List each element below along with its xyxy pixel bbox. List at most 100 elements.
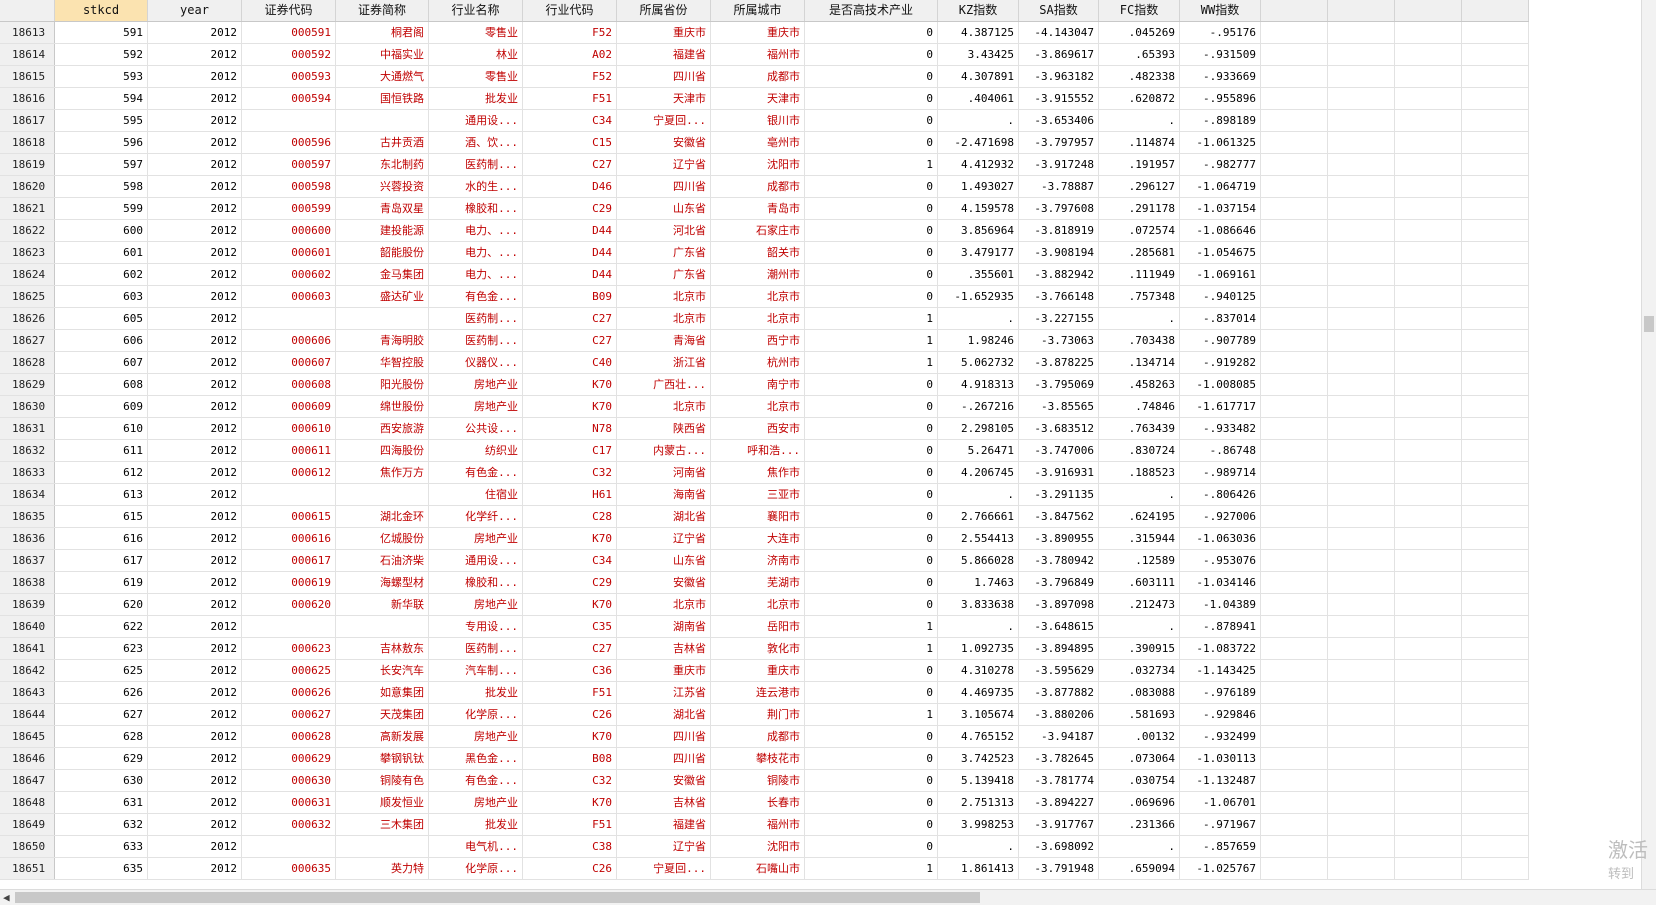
cell-province[interactable]: 宁夏回... (617, 858, 711, 879)
cell-sa-index[interactable]: -3.797957 (1019, 132, 1099, 153)
cell-industry-code[interactable]: A02 (523, 44, 617, 65)
cell-industry-name[interactable]: 纺织业 (429, 440, 523, 461)
cell-stock-code[interactable]: 000631 (242, 792, 336, 813)
cell-row-index[interactable]: 18632 (0, 440, 55, 461)
cell-ww-index[interactable]: -1.143425 (1180, 660, 1261, 681)
cell-sa-index[interactable]: -3.73063 (1019, 330, 1099, 351)
cell-ww-index[interactable]: -.857659 (1180, 836, 1261, 857)
table-row[interactable]: 18633 612 2012 000612 焦作万方 有色金... C32 河南省 焦作市 0 4.… (0, 462, 1529, 484)
table-row[interactable]: 18627 606 2012 000606 青海明胶 医药制... C27 青海省 西宁市 1 1.… (0, 330, 1529, 352)
cell-stock-name[interactable]: 绵世股份 (336, 396, 429, 417)
cell-kz-index[interactable]: -1.652935 (938, 286, 1019, 307)
cell-year[interactable]: 2012 (148, 836, 242, 857)
cell-year[interactable]: 2012 (148, 374, 242, 395)
cell-stkcd[interactable]: 608 (55, 374, 148, 395)
cell-fc-index[interactable]: .032734 (1099, 660, 1180, 681)
cell-industry-code[interactable]: D44 (523, 220, 617, 241)
cell-industry-code[interactable]: D44 (523, 264, 617, 285)
cell-stock-name[interactable]: 湖北金环 (336, 506, 429, 527)
cell-province[interactable]: 江苏省 (617, 682, 711, 703)
cell-year[interactable]: 2012 (148, 682, 242, 703)
cell-sa-index[interactable]: -3.595629 (1019, 660, 1099, 681)
cell-stock-name[interactable]: 青海明胶 (336, 330, 429, 351)
table-row[interactable]: 18626 605 2012 医药制... C27 北京市 北京市 1. -3.227155. -… (0, 308, 1529, 330)
cell-high-tech-flag[interactable]: 0 (805, 198, 938, 219)
table-row[interactable]: 18631 610 2012 000610 西安旅游 公共设... N78 陕西省 西安市 0 2.… (0, 418, 1529, 440)
cell-year[interactable]: 2012 (148, 770, 242, 791)
cell-industry-code[interactable]: C17 (523, 440, 617, 461)
cell-stock-name[interactable] (336, 308, 429, 329)
cell-high-tech-flag[interactable]: 0 (805, 770, 938, 791)
cell-high-tech-flag[interactable]: 0 (805, 572, 938, 593)
cell-stock-name[interactable]: 亿城股份 (336, 528, 429, 549)
cell-industry-code[interactable]: C32 (523, 462, 617, 483)
cell-sa-index[interactable]: -3.782645 (1019, 748, 1099, 769)
cell-year[interactable]: 2012 (148, 22, 242, 43)
cell-ww-index[interactable]: -.976189 (1180, 682, 1261, 703)
cell-industry-name[interactable]: 有色金... (429, 462, 523, 483)
cell-province[interactable]: 安徽省 (617, 572, 711, 593)
cell-kz-index[interactable]: 3.833638 (938, 594, 1019, 615)
cell-sa-index[interactable]: -3.227155 (1019, 308, 1099, 329)
table-row[interactable]: 18616 594 2012 000594 国恒铁路 批发业 F51 天津市 天津市 0.4040… (0, 88, 1529, 110)
cell-stkcd[interactable]: 598 (55, 176, 148, 197)
cell-province[interactable]: 四川省 (617, 748, 711, 769)
cell-stock-code[interactable]: 000601 (242, 242, 336, 263)
cell-industry-name[interactable]: 化学原... (429, 858, 523, 879)
cell-year[interactable]: 2012 (148, 704, 242, 725)
cell-stock-name[interactable] (336, 616, 429, 637)
table-row[interactable]: 18639 620 2012 000620 新华联 房地产业 K70 北京市 北京市 0 3.833… (0, 594, 1529, 616)
cell-stkcd[interactable]: 597 (55, 154, 148, 175)
cell-industry-code[interactable]: N78 (523, 418, 617, 439)
cell-kz-index[interactable]: 1.092735 (938, 638, 1019, 659)
cell-sa-index[interactable]: -3.916931 (1019, 462, 1099, 483)
cell-stock-name[interactable]: 青岛双星 (336, 198, 429, 219)
table-row[interactable]: 18625 603 2012 000603 盛达矿业 有色金... B09 北京市 北京市 0 -1… (0, 286, 1529, 308)
cell-ww-index[interactable]: -1.061325 (1180, 132, 1261, 153)
cell-ww-index[interactable]: -1.083722 (1180, 638, 1261, 659)
cell-sa-index[interactable]: -3.78887 (1019, 176, 1099, 197)
cell-stkcd[interactable]: 610 (55, 418, 148, 439)
cell-kz-index[interactable]: 3.998253 (938, 814, 1019, 835)
cell-year[interactable]: 2012 (148, 44, 242, 65)
cell-kz-index[interactable]: 2.298105 (938, 418, 1019, 439)
cell-industry-code[interactable]: C29 (523, 572, 617, 593)
cell-sa-index[interactable]: -3.880206 (1019, 704, 1099, 725)
cell-province[interactable]: 重庆市 (617, 660, 711, 681)
cell-high-tech-flag[interactable]: 0 (805, 528, 938, 549)
cell-city[interactable]: 沈阳市 (711, 154, 805, 175)
table-row[interactable]: 18613 591 2012 000591 桐君阁 零售业 F52 重庆市 重庆市 0 4.3871… (0, 22, 1529, 44)
cell-stkcd[interactable]: 611 (55, 440, 148, 461)
cell-industry-code[interactable]: K70 (523, 792, 617, 813)
cell-row-index[interactable]: 18624 (0, 264, 55, 285)
cell-year[interactable]: 2012 (148, 484, 242, 505)
cell-stkcd[interactable]: 633 (55, 836, 148, 857)
cell-city[interactable]: 福州市 (711, 814, 805, 835)
cell-industry-name[interactable]: 电力、... (429, 264, 523, 285)
cell-industry-code[interactable]: C26 (523, 858, 617, 879)
cell-industry-code[interactable]: D46 (523, 176, 617, 197)
cell-ww-index[interactable]: -1.064719 (1180, 176, 1261, 197)
table-row[interactable]: 18645 628 2012 000628 高新发展 房地产业 K70 四川省 成都市 0 4.76… (0, 726, 1529, 748)
cell-stock-code[interactable]: 000600 (242, 220, 336, 241)
cell-stkcd[interactable]: 622 (55, 616, 148, 637)
table-row[interactable]: 18646 629 2012 000629 攀钢钒钛 黑色金... B08 四川省 攀枝花市 0 3… (0, 748, 1529, 770)
cell-stock-code[interactable]: 000623 (242, 638, 336, 659)
cell-high-tech-flag[interactable]: 0 (805, 110, 938, 131)
cell-ww-index[interactable]: -.86748 (1180, 440, 1261, 461)
cell-kz-index[interactable]: 4.412932 (938, 154, 1019, 175)
cell-province[interactable]: 河北省 (617, 220, 711, 241)
cell-industry-name[interactable]: 有色金... (429, 286, 523, 307)
cell-stock-code[interactable]: 000628 (242, 726, 336, 747)
cell-high-tech-flag[interactable]: 0 (805, 220, 938, 241)
cell-stkcd[interactable]: 606 (55, 330, 148, 351)
cell-stkcd[interactable]: 626 (55, 682, 148, 703)
cell-ww-index[interactable]: -1.04389 (1180, 594, 1261, 615)
cell-stock-name[interactable]: 华智控股 (336, 352, 429, 373)
table-row[interactable]: 18630 609 2012 000609 绵世股份 房地产业 K70 北京市 北京市 0 -.26… (0, 396, 1529, 418)
cell-stock-code[interactable]: 000592 (242, 44, 336, 65)
cell-province[interactable]: 辽宁省 (617, 836, 711, 857)
cell-industry-name[interactable]: 医药制... (429, 308, 523, 329)
cell-sa-index[interactable]: -4.143047 (1019, 22, 1099, 43)
cell-sa-index[interactable]: -3.780942 (1019, 550, 1099, 571)
